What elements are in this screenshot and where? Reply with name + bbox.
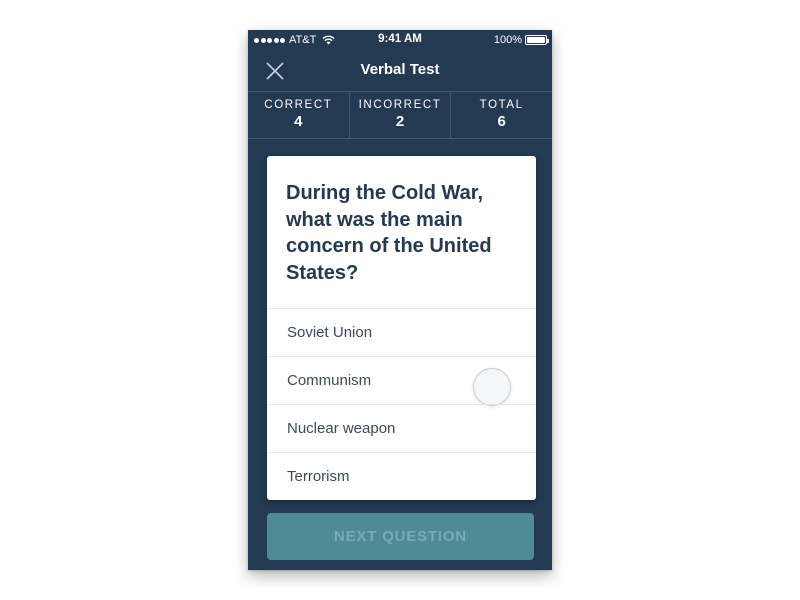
answer-option[interactable]: Terrorism	[267, 452, 536, 500]
nav-bar: Verbal Test	[248, 50, 552, 91]
answer-option[interactable]: Soviet Union	[267, 308, 536, 356]
answer-options: Soviet Union Communism Nuclear weapon Te…	[267, 308, 536, 500]
stat-label: INCORRECT	[358, 99, 442, 111]
answer-label: Communism	[287, 372, 372, 389]
answer-label: Soviet Union	[287, 324, 373, 341]
answer-option[interactable]: Communism	[267, 356, 536, 406]
question-text: During the Cold War, what was the main c…	[286, 182, 492, 284]
stat-correct: CORRECT 4	[248, 92, 349, 138]
status-right: 100%	[493, 33, 549, 47]
battery-percent: 100%	[493, 34, 522, 46]
stat-value: 4	[294, 113, 303, 130]
stat-label: TOTAL	[479, 99, 524, 111]
battery-icon	[525, 35, 549, 45]
score-summary: CORRECT 4 INCORRECT 2 TOTAL 6	[248, 91, 552, 139]
stat-incorrect: INCORRECT 2	[348, 92, 451, 138]
phone-screen: AT&T 9:41 AM 100% Verbal Test CORRECT 4	[248, 30, 552, 570]
stat-label: CORRECT	[264, 99, 333, 111]
answer-option[interactable]: Nuclear weapon	[267, 404, 536, 452]
answer-label: Terrorism	[287, 468, 350, 485]
next-question-button[interactable]: NEXT QUESTION	[267, 513, 534, 560]
status-bar: AT&T 9:41 AM 100%	[248, 30, 552, 50]
stat-value: 2	[395, 113, 405, 130]
page-title: Verbal Test	[360, 61, 440, 78]
question-card: During the Cold War, what was the main c…	[267, 156, 536, 500]
touch-indicator	[473, 368, 511, 406]
stat-total: TOTAL 6	[450, 92, 552, 138]
stat-value: 6	[497, 113, 506, 130]
answer-label: Nuclear weapon	[287, 420, 396, 437]
